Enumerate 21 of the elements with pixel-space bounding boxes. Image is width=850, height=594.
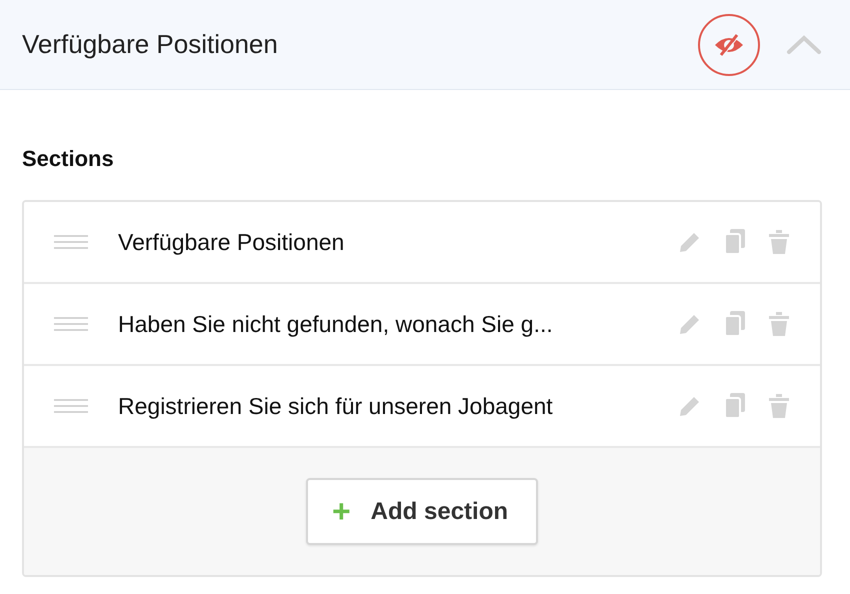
delete-button[interactable]	[768, 229, 790, 255]
edit-button[interactable]	[678, 394, 702, 418]
eye-off-icon	[713, 32, 745, 56]
drag-handle-icon[interactable]	[54, 399, 88, 413]
add-section-button[interactable]: + Add section	[306, 478, 538, 545]
drag-handle-icon[interactable]	[54, 317, 88, 331]
drag-handle-icon[interactable]	[54, 235, 88, 249]
delete-button[interactable]	[768, 393, 790, 419]
section-title: Registrieren Sie sich für unseren Jobagent	[118, 392, 554, 420]
duplicate-button[interactable]	[724, 229, 746, 255]
duplicate-button[interactable]	[724, 393, 746, 419]
section-title: Haben Sie nicht gefunden, wonach Sie g...	[118, 310, 554, 338]
duplicate-button[interactable]	[724, 311, 746, 337]
edit-button[interactable]	[678, 312, 702, 336]
collapse-chevron-icon[interactable]	[786, 34, 822, 54]
sections-heading: Sections	[22, 146, 115, 172]
panel-title: Verfügbare Positionen	[22, 29, 279, 60]
section-title: Verfügbare Positionen	[118, 228, 346, 256]
edit-button[interactable]	[678, 230, 702, 254]
visibility-toggle[interactable]	[698, 14, 760, 76]
delete-button[interactable]	[768, 311, 790, 337]
